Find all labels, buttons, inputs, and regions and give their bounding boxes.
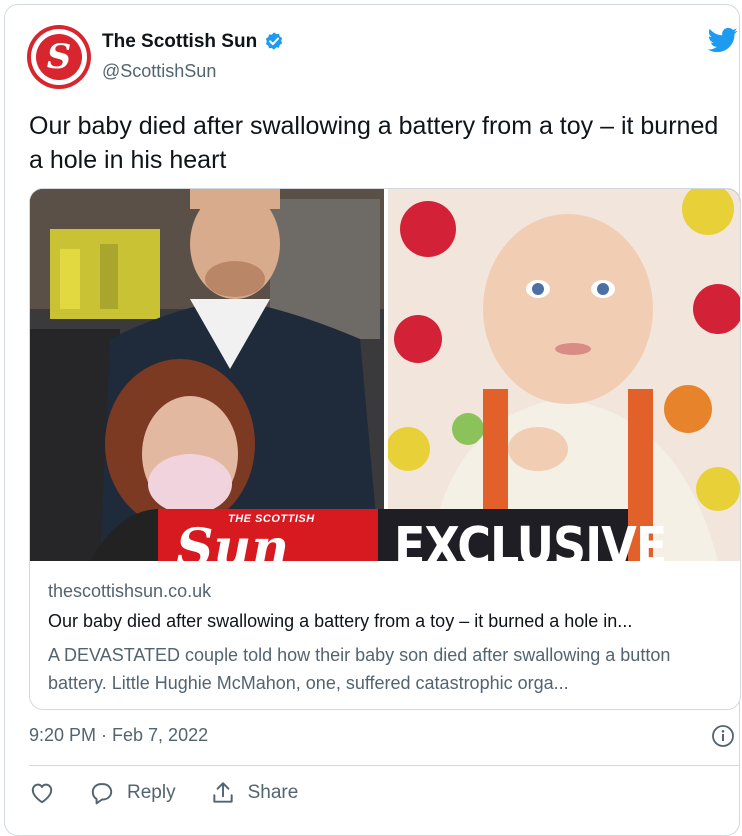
reply-button[interactable]: Reply	[89, 780, 176, 806]
avatar[interactable]: S	[27, 25, 91, 89]
banner-exclusive-label: EXCLUSIVE	[394, 515, 667, 561]
info-icon[interactable]	[711, 724, 735, 748]
link-title: Our baby died after swallowing a battery…	[48, 611, 633, 631]
photo-parents	[30, 189, 384, 561]
banner-brand-logo: Sun	[176, 518, 290, 562]
divider	[29, 765, 739, 766]
tweet-actions: Reply Share	[29, 780, 332, 806]
tweet-card: S The Scottish Sun @ScottishSun Our baby…	[4, 4, 741, 836]
verified-badge-icon	[266, 32, 283, 50]
link-preview-card[interactable]: THE SCOTTISH Sun EXCLUSIVE thescottishsu…	[29, 188, 741, 710]
tweet-text: Our baby died after swallowing a battery…	[29, 112, 719, 174]
avatar-logo: S	[36, 34, 82, 80]
tweet-timestamp[interactable]: 9:20 PM · Feb 7, 2022	[29, 725, 208, 746]
link-domain: thescottishsun.co.uk	[48, 581, 212, 601]
share-label: Share	[247, 782, 299, 803]
heart-icon	[31, 783, 53, 804]
account-handle[interactable]: @ScottishSun	[102, 61, 216, 82]
link-description: A DEVASTATED couple told how their baby …	[48, 645, 671, 693]
twitter-bird-icon[interactable]	[705, 25, 741, 55]
exclusive-banner: THE SCOTTISH Sun EXCLUSIVE	[158, 509, 667, 562]
account-name-label: The Scottish Sun	[102, 31, 258, 52]
reply-label: Reply	[127, 782, 176, 803]
share-button[interactable]: Share	[210, 780, 299, 806]
like-button[interactable]	[29, 780, 55, 806]
account-name[interactable]: The Scottish Sun	[102, 31, 285, 53]
photo-baby	[388, 189, 740, 561]
share-icon	[212, 782, 233, 803]
link-preview-image[interactable]: THE SCOTTISH Sun EXCLUSIVE	[30, 189, 740, 561]
reply-icon	[91, 783, 113, 805]
